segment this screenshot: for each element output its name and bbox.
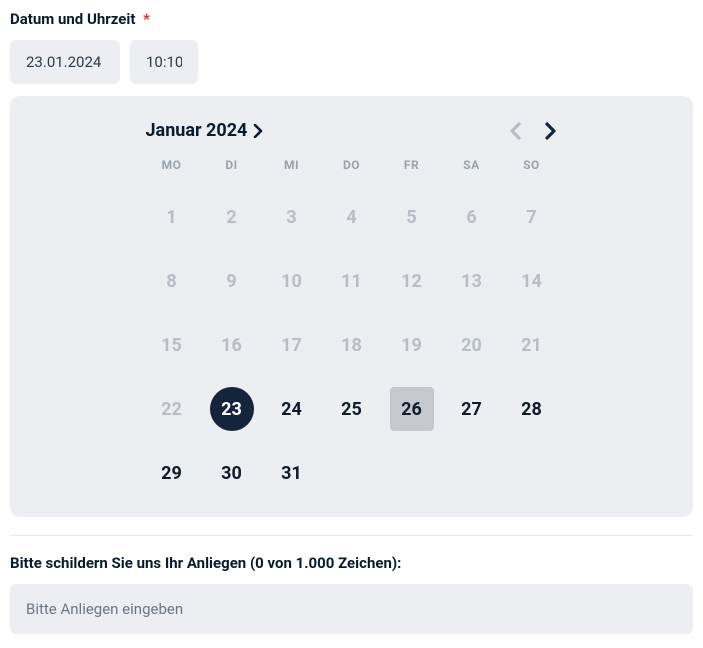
calendar-day[interactable]: 28	[502, 385, 562, 433]
calendar-day: 13	[442, 257, 502, 305]
calendar-day-number: 19	[390, 323, 434, 367]
calendar-header: Januar 2024	[142, 120, 562, 141]
calendar-day[interactable]: 25	[322, 385, 382, 433]
calendar-day: 21	[502, 321, 562, 369]
month-selector[interactable]: Januar 2024	[146, 120, 265, 141]
calendar-day-number: 21	[510, 323, 554, 367]
calendar-day-number: 12	[390, 259, 434, 303]
calendar-day-number: 16	[210, 323, 254, 367]
prev-month-button[interactable]	[508, 121, 522, 141]
calendar-empty	[442, 449, 502, 497]
calendar-day-number: 4	[330, 195, 374, 239]
calendar-day: 16	[202, 321, 262, 369]
calendar-day: 8	[142, 257, 202, 305]
calendar-day-number: 23	[210, 387, 254, 431]
calendar-empty	[502, 449, 562, 497]
calendar-day: 18	[322, 321, 382, 369]
concern-label: Bitte schildern Sie uns Ihr Anliegen (0 …	[10, 554, 693, 572]
calendar-day: 10	[262, 257, 322, 305]
calendar-day: 1	[142, 193, 202, 241]
calendar-grid: MODIMIDOFRSASO12345678910111213141516171…	[142, 155, 562, 497]
calendar-day-number: 22	[150, 387, 194, 431]
required-marker: *	[143, 10, 150, 28]
calendar-day-number: 18	[330, 323, 374, 367]
dow-header: MI	[262, 155, 322, 177]
dow-header: FR	[382, 155, 442, 177]
calendar-day-number: 1	[150, 195, 194, 239]
calendar-day: 17	[262, 321, 322, 369]
next-month-button[interactable]	[544, 121, 558, 141]
calendar-day-number: 27	[450, 387, 494, 431]
calendar-day: 7	[502, 193, 562, 241]
calendar-day-number: 8	[150, 259, 194, 303]
time-input[interactable]	[130, 40, 198, 84]
date-input[interactable]	[10, 40, 120, 84]
calendar-day: 14	[502, 257, 562, 305]
datetime-inputs	[10, 40, 693, 84]
calendar-day[interactable]: 23	[202, 385, 262, 433]
calendar-day-number: 5	[390, 195, 434, 239]
calendar-day-number: 9	[210, 259, 254, 303]
calendar-empty	[382, 449, 442, 497]
calendar-empty	[322, 449, 382, 497]
calendar-day-number: 29	[150, 451, 194, 495]
calendar-day-number: 13	[450, 259, 494, 303]
calendar-day[interactable]: 31	[262, 449, 322, 497]
calendar-day: 12	[382, 257, 442, 305]
calendar-day[interactable]: 30	[202, 449, 262, 497]
datetime-label: Datum und Uhrzeit *	[10, 10, 693, 28]
calendar-day-number: 10	[270, 259, 314, 303]
calendar-day-number: 2	[210, 195, 254, 239]
calendar-day-number: 15	[150, 323, 194, 367]
concern-textarea[interactable]	[10, 584, 693, 634]
calendar-day-number: 24	[270, 387, 314, 431]
datetime-label-text: Datum und Uhrzeit	[10, 10, 135, 28]
dow-header: SA	[442, 155, 502, 177]
calendar-day: 22	[142, 385, 202, 433]
divider	[10, 535, 693, 536]
calendar-day-number: 25	[330, 387, 374, 431]
dow-header: DI	[202, 155, 262, 177]
calendar-day-number: 7	[510, 195, 554, 239]
dow-header: DO	[322, 155, 382, 177]
calendar-day-number: 28	[510, 387, 554, 431]
calendar-day: 15	[142, 321, 202, 369]
calendar-nav	[508, 121, 558, 141]
calendar-day-number: 3	[270, 195, 314, 239]
calendar-day-number: 26	[390, 387, 434, 431]
calendar-day-number: 11	[330, 259, 374, 303]
calendar-day-number: 31	[270, 451, 314, 495]
chevron-right-small-icon	[253, 124, 264, 138]
calendar-day: 5	[382, 193, 442, 241]
calendar-day[interactable]: 26	[382, 385, 442, 433]
calendar-day: 20	[442, 321, 502, 369]
calendar-day: 3	[262, 193, 322, 241]
calendar-day[interactable]: 27	[442, 385, 502, 433]
calendar-day[interactable]: 24	[262, 385, 322, 433]
calendar-day: 9	[202, 257, 262, 305]
calendar-day-number: 14	[510, 259, 554, 303]
calendar-day-number: 6	[450, 195, 494, 239]
dow-header: SO	[502, 155, 562, 177]
calendar-day: 11	[322, 257, 382, 305]
month-label: Januar 2024	[146, 120, 248, 141]
calendar-day: 19	[382, 321, 442, 369]
calendar-day-number: 20	[450, 323, 494, 367]
calendar-panel: Januar 2024 MODIMIDOFRSASO12345678910111…	[10, 96, 693, 517]
calendar-day-number: 17	[270, 323, 314, 367]
calendar-day: 2	[202, 193, 262, 241]
dow-header: MO	[142, 155, 202, 177]
calendar-day-number: 30	[210, 451, 254, 495]
calendar-day[interactable]: 29	[142, 449, 202, 497]
calendar-day: 4	[322, 193, 382, 241]
calendar-day: 6	[442, 193, 502, 241]
